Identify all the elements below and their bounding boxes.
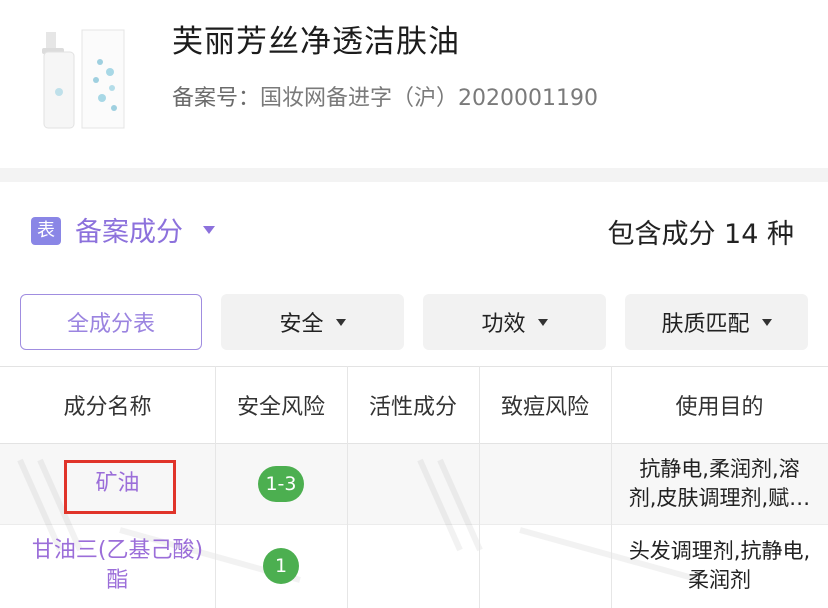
ingredient-count: 包含成分 14 种: [607, 219, 794, 250]
caret-down-icon: [537, 318, 548, 326]
purpose-cell: 抗静电,柔润剂,溶 剂,皮肤调理剂,赋…: [611, 444, 828, 524]
ingredient-name-link[interactable]: 甘油三(乙基己酸) 酯: [0, 524, 235, 608]
filter-label: 肤质匹配: [661, 312, 750, 337]
safety-badge: 1: [263, 548, 299, 584]
registration-value: 国妆网备进字（沪）2020001190: [260, 86, 598, 111]
purpose-line: 剂,皮肤调理剂,赋…: [628, 486, 811, 510]
filter-efficacy-button[interactable]: 功效: [423, 294, 606, 350]
caret-down-icon: [335, 318, 346, 326]
filter-skin-type-button[interactable]: 肤质匹配: [625, 294, 808, 350]
purpose-cell: 头发调理剂,抗静电, 柔润剂: [611, 524, 828, 608]
product-header: 芙丽芳丝净透洁肤油 备案号：国妆网备进字（沪）2020001190: [0, 0, 828, 168]
highlight-box: [64, 460, 176, 514]
dropdown-caret-icon[interactable]: [203, 226, 215, 234]
filter-all-ingredients-button[interactable]: 全成分表: [20, 294, 202, 350]
filter-label: 全成分表: [66, 312, 155, 337]
column-header-safety[interactable]: 安全风险: [215, 366, 347, 444]
column-header-active[interactable]: 活性成分: [347, 366, 479, 444]
ingredient-name: 甘油三(乙基己酸): [31, 538, 204, 563]
product-image: [42, 29, 125, 129]
column-header-purpose[interactable]: 使用目的: [611, 366, 828, 444]
safety-cell: 1: [215, 524, 347, 608]
column-header-acne[interactable]: 致痘风险: [479, 366, 611, 444]
section-divider: [0, 168, 828, 182]
filter-label: 功效: [481, 312, 526, 337]
purpose-line: 头发调理剂,抗静电,: [628, 539, 811, 563]
safety-cell: 1-3: [215, 444, 347, 524]
section-title-dropdown[interactable]: 备案成分: [75, 210, 183, 249]
caret-down-icon: [761, 318, 772, 326]
filter-safety-button[interactable]: 安全: [221, 294, 404, 350]
safety-badge: 1-3: [258, 466, 304, 502]
product-title: 芙丽芳丝净透洁肤油: [172, 24, 460, 60]
table-icon: 表: [31, 217, 61, 245]
purpose-line: 柔润剂: [688, 568, 751, 592]
filter-label: 安全: [279, 312, 324, 337]
registration-label: 备案号：: [172, 86, 261, 111]
ingredient-name: 酯: [106, 568, 129, 593]
purpose-line: 抗静电,柔润剂,溶: [639, 457, 800, 481]
column-header-name[interactable]: 成分名称: [0, 366, 215, 444]
registration-number: 备案号：国妆网备进字（沪）2020001190: [172, 80, 598, 112]
